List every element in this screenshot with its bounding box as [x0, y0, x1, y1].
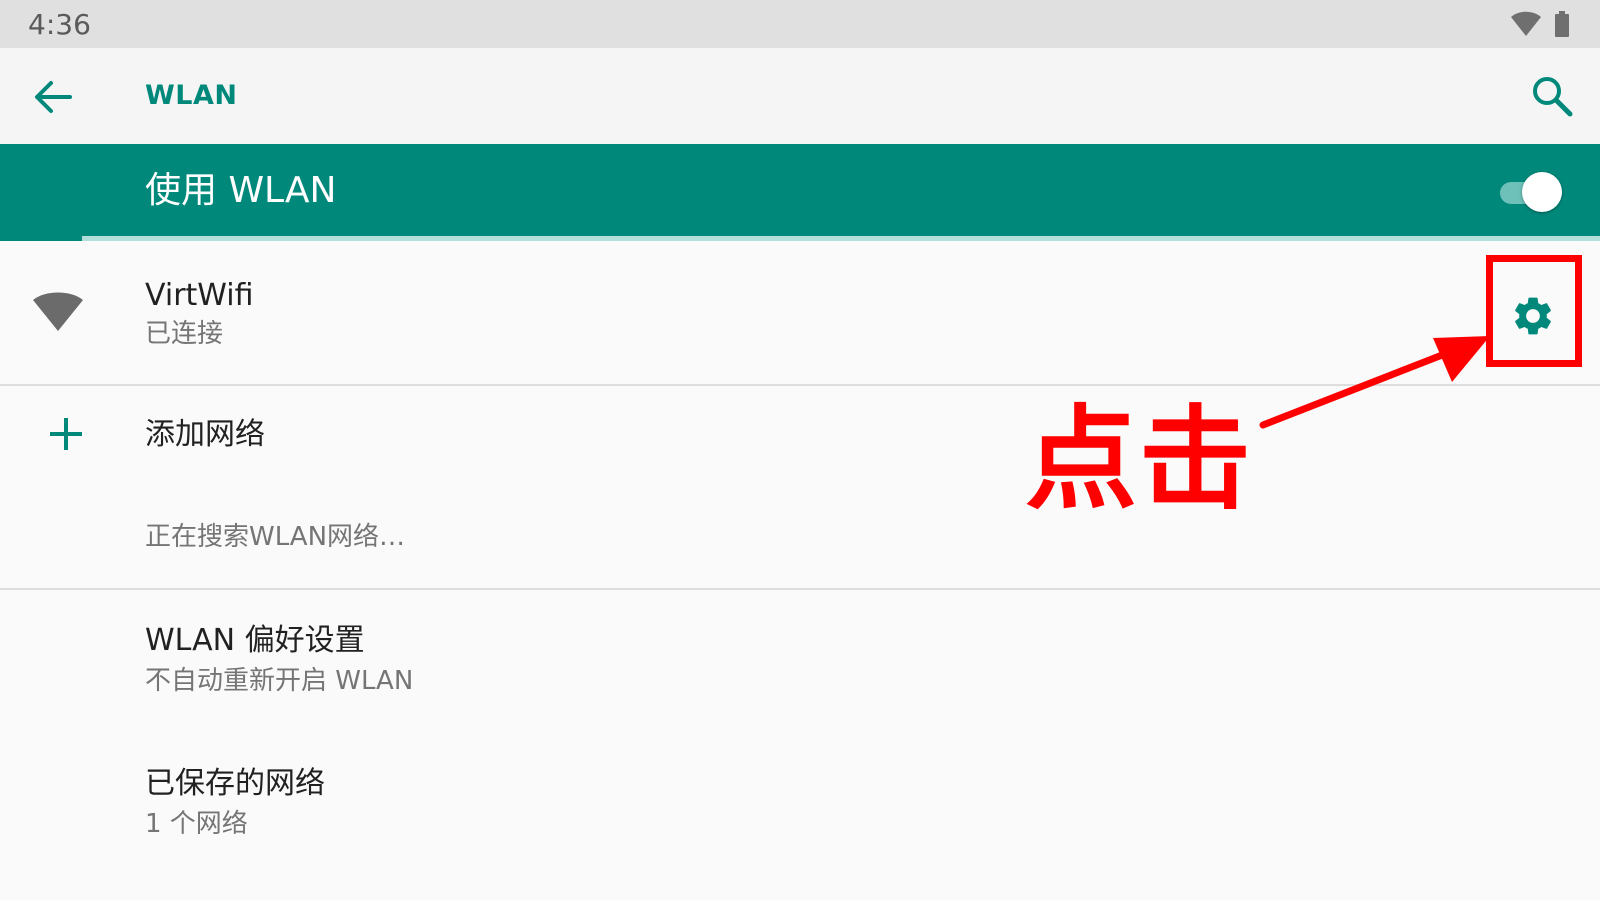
wlan-preferences-summary: 不自动重新开启 WLAN [145, 666, 414, 696]
search-icon[interactable] [1528, 72, 1576, 120]
page-title: WLAN [145, 80, 238, 111]
wifi-signal-icon [33, 292, 83, 331]
wlan-toggle-switch[interactable] [1500, 172, 1564, 212]
battery-icon [1555, 11, 1569, 37]
saved-networks-summary: 1 个网络 [145, 809, 248, 839]
toolbar: WLAN [0, 48, 1600, 144]
wlan-preferences-row[interactable]: WLAN 偏好设置 不自动重新开启 WLAN [0, 600, 1600, 730]
annotation-click-label: 点击 [1025, 395, 1253, 525]
saved-networks-row[interactable]: 已保存的网络 1 个网络 [0, 745, 1600, 875]
annotation-arrow [1259, 336, 1490, 429]
status-time: 4:36 [28, 8, 91, 41]
wlan-preferences-title: WLAN 偏好设置 [145, 623, 365, 658]
divider [0, 588, 1600, 590]
annotation-highlight-box [1486, 255, 1582, 367]
scanning-status-text: 正在搜索WLAN网络… [145, 522, 406, 552]
wlan-master-switch-bar[interactable]: 使用 WLAN [0, 144, 1600, 241]
add-icon [50, 418, 82, 450]
toggle-thumb [1522, 172, 1562, 212]
network-status: 已连接 [145, 319, 224, 349]
wlan-settings-screen: 4:36 WLAN 使用 WLAN VirtWifi 已连接 添加网络 正在搜索… [0, 0, 1600, 900]
status-bar: 4:36 [0, 0, 1600, 48]
add-network-label: 添加网络 [145, 417, 265, 452]
scanning-status-row: 正在搜索WLAN网络… [0, 500, 1600, 588]
wlan-master-switch-label: 使用 WLAN [145, 170, 337, 211]
wifi-status-icon [1511, 11, 1541, 36]
network-name: VirtWifi [145, 278, 254, 313]
saved-networks-title: 已保存的网络 [145, 766, 325, 801]
back-arrow-icon[interactable] [30, 74, 76, 120]
